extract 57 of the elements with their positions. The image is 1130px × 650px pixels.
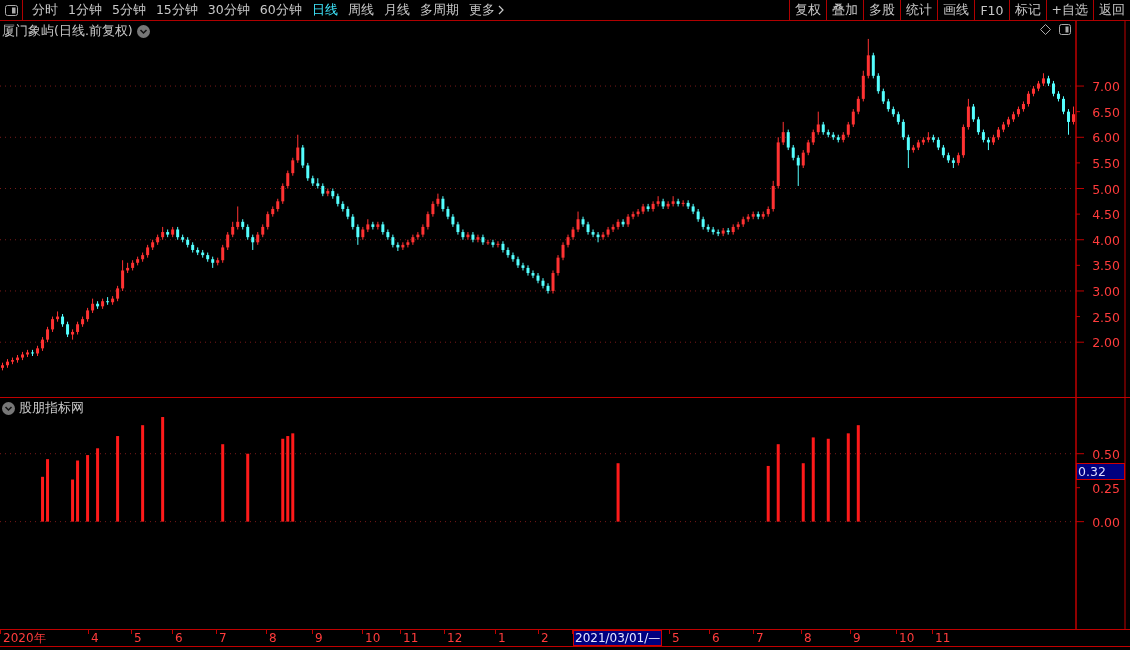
cursor-date-label: 2021/03/01/— <box>574 631 662 645</box>
toolbar-button[interactable]: 返回 <box>1093 0 1130 20</box>
period-tab[interactable]: 更多 <box>463 0 509 20</box>
axis-label: 4.50 <box>1092 207 1120 223</box>
period-tab[interactable]: 多周期 <box>414 0 464 20</box>
axis-label: 8 <box>803 631 813 645</box>
axis-label: 5 <box>133 631 143 645</box>
axis-label: 9 <box>314 631 324 645</box>
axis-label: 1 <box>497 631 507 645</box>
axis-label: 9 <box>852 631 862 645</box>
indicator-title: 股朋指标网 <box>19 400 84 417</box>
axis-label: 2.00 <box>1092 335 1120 351</box>
axis-label: 7.00 <box>1092 79 1120 95</box>
current-value-label: 0.32 <box>1076 463 1125 480</box>
toolbar-button[interactable]: 叠加 <box>826 0 864 20</box>
axis-label: 11 <box>402 631 420 645</box>
period-tab[interactable]: 15分钟 <box>150 0 203 20</box>
toolbar-button[interactable]: 多股 <box>863 0 901 20</box>
axis-label: 3.50 <box>1092 258 1120 274</box>
axis-label: 0.00 <box>1092 514 1120 530</box>
toolbar-button[interactable]: 统计 <box>900 0 938 20</box>
period-tab[interactable]: 月线 <box>378 0 415 20</box>
toolbar-button[interactable]: F10 <box>974 0 1009 20</box>
axis-label: 2020年 <box>2 631 47 645</box>
period-tab[interactable]: 日线 <box>306 0 343 20</box>
axis-label: 0.50 <box>1092 446 1120 462</box>
period-tab[interactable]: 1分钟 <box>63 0 107 20</box>
axis-label: 5.50 <box>1092 155 1120 171</box>
period-tab[interactable]: 30分钟 <box>202 0 255 20</box>
axis-label: 12 <box>446 631 464 645</box>
axis-label: 5 <box>671 631 681 645</box>
period-tab[interactable]: 60分钟 <box>254 0 307 20</box>
axis-label: 10 <box>364 631 382 645</box>
period-tab[interactable]: 分时 <box>27 0 63 20</box>
axis-label: 11 <box>934 631 952 645</box>
axis-label: 10 <box>898 631 916 645</box>
axis-label: 4.00 <box>1092 232 1120 248</box>
period-tab[interactable]: 周线 <box>342 0 379 20</box>
axis-label: 0.25 <box>1092 480 1120 496</box>
axis-label: 6.50 <box>1092 104 1120 120</box>
axis-label: 6 <box>711 631 721 645</box>
axis-label: 6.00 <box>1092 130 1120 146</box>
axis-label: 8 <box>268 631 278 645</box>
axis-label: 6 <box>174 631 184 645</box>
toolbar-button[interactable]: 标记 <box>1008 0 1046 20</box>
toolbar-button[interactable]: +自选 <box>1045 0 1093 20</box>
axis-label: 4 <box>90 631 100 645</box>
axis-label: 2 <box>540 631 550 645</box>
toolbar-button[interactable]: 画线 <box>937 0 975 20</box>
chart-title: 厦门象屿(日线.前复权) <box>2 23 133 40</box>
axis-label: 3.00 <box>1092 283 1120 299</box>
period-tab[interactable]: 5分钟 <box>106 0 151 20</box>
axis-label: 2.50 <box>1092 309 1120 325</box>
axis-label: 7 <box>218 631 228 645</box>
axis-label: 5.00 <box>1092 181 1120 197</box>
axis-label: 7 <box>755 631 765 645</box>
toolbar-button[interactable]: 复权 <box>789 0 827 20</box>
